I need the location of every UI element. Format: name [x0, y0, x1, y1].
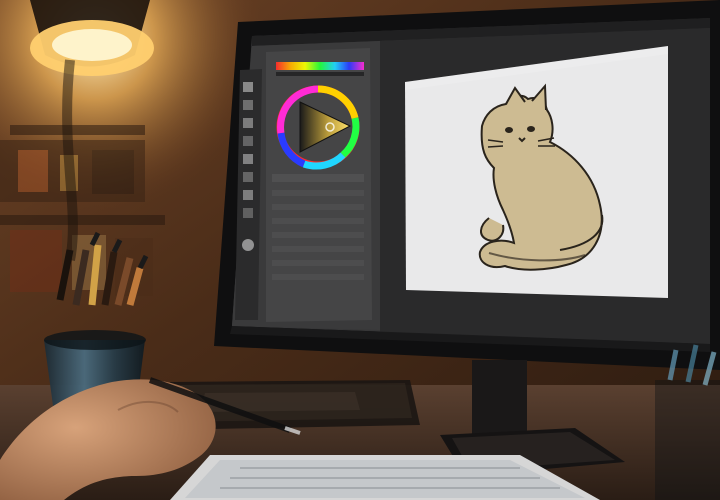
monitor-icon	[214, 0, 720, 370]
scene-svg	[0, 0, 720, 500]
color-strip	[276, 62, 364, 70]
photo-scene	[0, 0, 720, 500]
